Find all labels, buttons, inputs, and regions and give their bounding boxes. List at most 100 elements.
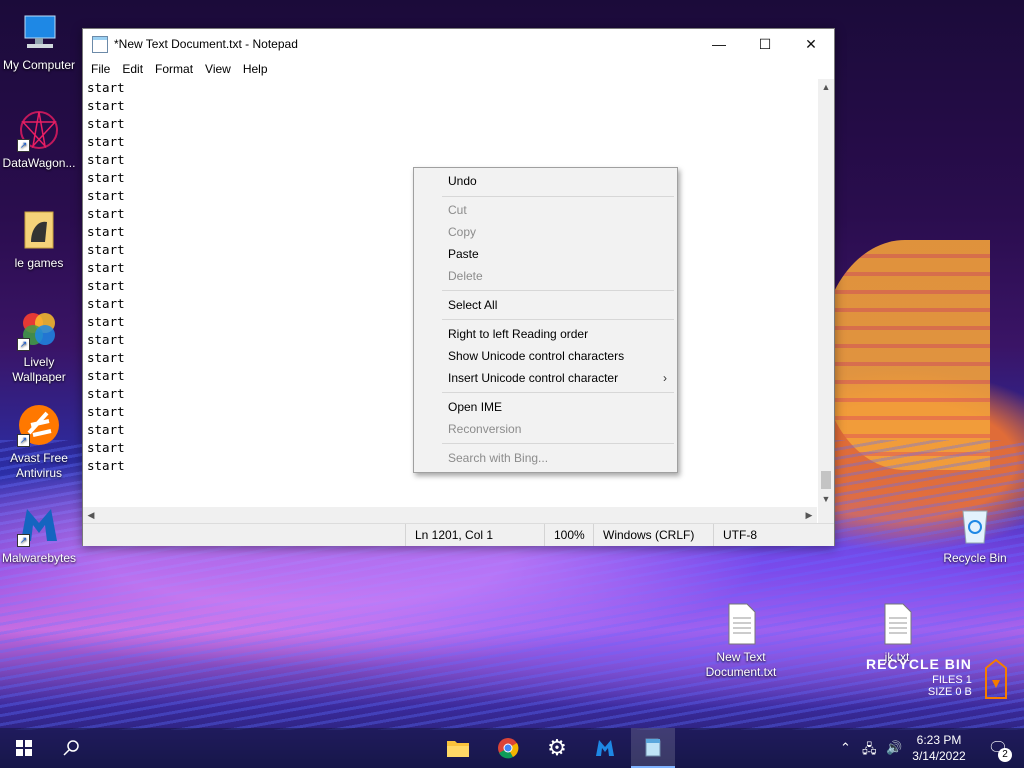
recycle-bin-widget: RECYCLE BIN FILES 1 SIZE 0 B (866, 656, 972, 698)
scroll-right-icon[interactable]: ▶ (801, 507, 817, 523)
start-button[interactable] (0, 728, 48, 768)
menu-item-cut[interactable]: Cut (414, 199, 677, 221)
menu-edit[interactable]: Edit (116, 62, 149, 76)
scroll-up-icon[interactable]: ▲ (818, 79, 834, 95)
recycle-widget-logo-icon (982, 658, 1010, 700)
desktop-icon-new-text-document[interactable]: New Text Document.txt (702, 602, 780, 680)
status-bar: Ln 1201, Col 1 100% Windows (CRLF) UTF-8 (83, 523, 834, 546)
scroll-left-icon[interactable]: ◀ (83, 507, 99, 523)
shortcut-arrow-icon: ↗ (17, 139, 30, 152)
desktop-icon-lively-wallpaper[interactable]: ↗ Lively Wallpaper (0, 307, 78, 385)
chevron-right-icon: › (663, 371, 667, 385)
menu-item-undo[interactable]: Undo (414, 170, 677, 192)
chrome-icon (498, 738, 519, 759)
recycle-bin-icon (953, 503, 997, 547)
menu-item-insert-unicode[interactable]: Insert Unicode control character › (414, 367, 677, 389)
taskbar-notepad[interactable] (631, 728, 675, 768)
menu-help[interactable]: Help (237, 62, 274, 76)
windows-logo-icon (16, 740, 32, 756)
clock-date: 3/14/2022 (912, 749, 966, 763)
menu-item-rtl-reading-order[interactable]: Right to left Reading order (414, 323, 677, 345)
desktop-icon-label: le games (14, 256, 64, 270)
chevron-up-icon[interactable]: ⌃ (840, 740, 851, 756)
desktop-icon-label: DataWagon... (2, 156, 76, 170)
recycle-widget-size: SIZE 0 B (927, 686, 972, 698)
computer-icon (17, 10, 61, 54)
desktop-icon-le-games[interactable]: le games (0, 208, 78, 271)
taskbar-clock[interactable]: 6:23 PM 3/14/2022 (900, 732, 978, 764)
menu-item-paste[interactable]: Paste (414, 243, 677, 265)
action-center-button[interactable]: 🗨 2 (978, 728, 1018, 768)
menu-separator (442, 443, 674, 444)
menu-item-show-unicode[interactable]: Show Unicode control characters (414, 345, 677, 367)
menu-separator (442, 319, 674, 320)
desktop-icon-malwarebytes[interactable]: ↗ Malwarebytes (0, 503, 78, 566)
malwarebytes-icon (596, 740, 614, 756)
desktop-icon-label: Lively Wallpaper (12, 355, 66, 384)
notepad-icon (645, 738, 661, 757)
menu-bar: File Edit Format View Help (83, 59, 834, 79)
menu-separator (442, 392, 674, 393)
scrollbar-corner (818, 507, 834, 523)
menu-separator (442, 290, 674, 291)
text-line: start (87, 80, 125, 95)
notification-badge: 2 (998, 748, 1012, 762)
scrollbar-thumb[interactable] (821, 471, 831, 489)
text-file-icon (719, 602, 763, 646)
clock-time: 6:23 PM (916, 733, 962, 747)
desktop-icon-label: My Computer (2, 58, 76, 72)
maximize-button[interactable]: ☐ (742, 29, 788, 59)
menu-item-open-ime[interactable]: Open IME (414, 396, 677, 418)
shortcut-arrow-icon: ↗ (17, 534, 30, 547)
menu-separator (442, 196, 674, 197)
desktop-icon-my-computer[interactable]: My Computer (0, 10, 78, 73)
text-file-icon (875, 602, 919, 646)
file-explorer-icon (447, 741, 469, 757)
search-button[interactable] (48, 728, 96, 768)
desktop-icon-recycle-bin[interactable]: Recycle Bin (936, 503, 1014, 566)
taskbar-settings[interactable]: ⚙ (535, 728, 579, 768)
recycle-widget-title: RECYCLE BIN (866, 656, 972, 672)
notepad-icon (92, 35, 108, 53)
window-title: *New Text Document.txt - Notepad (114, 37, 298, 51)
menu-format[interactable]: Format (149, 62, 199, 76)
vertical-scrollbar[interactable]: ▲ ▼ (818, 79, 834, 507)
menu-item-search-bing[interactable]: Search with Bing... (414, 447, 677, 469)
status-position: Ln 1201, Col 1 (405, 524, 545, 546)
taskbar-file-explorer[interactable] (436, 728, 480, 768)
settings-icon: ⚙ (547, 735, 567, 760)
taskbar-malwarebytes[interactable] (583, 728, 627, 768)
menu-item-reconversion[interactable]: Reconversion (414, 418, 677, 440)
menu-file[interactable]: File (85, 62, 116, 76)
text-line: start (87, 116, 125, 131)
menu-view[interactable]: View (199, 62, 237, 76)
menu-item-delete[interactable]: Delete (414, 265, 677, 287)
desktop-icon-label: Avast Free Antivirus (10, 451, 68, 480)
network-icon[interactable]: 🖧 (862, 740, 877, 762)
menu-item-select-all[interactable]: Select All (414, 294, 677, 316)
status-line-ending: Windows (CRLF) (593, 524, 703, 546)
shortcut-arrow-icon: ↗ (17, 338, 30, 351)
status-zoom: 100% (544, 524, 592, 546)
desktop-icon-avast[interactable]: ↗ Avast Free Antivirus (0, 403, 78, 481)
text-line: start (87, 98, 125, 113)
menu-item-insert-unicode-label: Insert Unicode control character (448, 371, 619, 385)
context-menu: Undo Cut Copy Paste Delete Select All Ri… (413, 167, 678, 473)
search-icon (63, 740, 79, 756)
folder-icon (17, 208, 61, 252)
minimize-button[interactable]: — (696, 29, 742, 59)
taskbar-chrome[interactable] (486, 728, 530, 768)
horizontal-scrollbar[interactable]: ◀ ▶ (83, 507, 817, 523)
desktop-icon-label: Malwarebytes (1, 551, 77, 565)
menu-item-copy[interactable]: Copy (414, 221, 677, 243)
avast-icon: ↗ (17, 403, 61, 447)
close-button[interactable]: ✕ (788, 29, 834, 59)
shortcut-arrow-icon: ↗ (17, 434, 30, 447)
title-bar[interactable]: *New Text Document.txt - Notepad — ☐ ✕ (83, 29, 834, 59)
taskbar: ⚙ ⌃ 🖧 🔊 6:23 PM 3/14/2022 🗨 2 (0, 728, 1024, 768)
desktop-icon-datawagon[interactable]: ↗ DataWagon... (0, 108, 78, 171)
datawagon-icon: ↗ (17, 108, 61, 152)
scroll-down-icon[interactable]: ▼ (818, 491, 834, 507)
desktop-icon-label: Recycle Bin (943, 551, 1007, 565)
desktop-icon-label: New Text Document.txt (705, 650, 777, 679)
